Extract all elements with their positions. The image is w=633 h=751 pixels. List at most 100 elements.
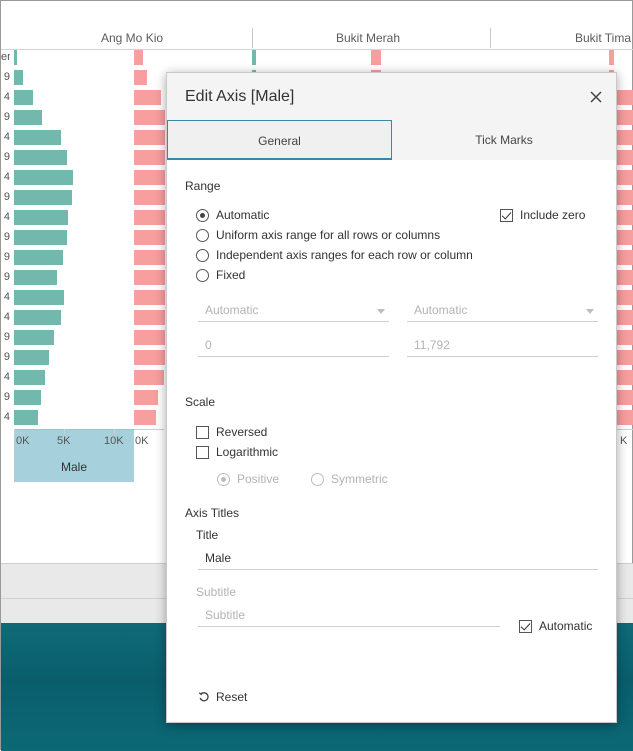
column-header-bukit-timah[interactable]: Bukit Tima	[575, 31, 631, 45]
option-label: Independent axis ranges for each row or …	[216, 248, 473, 262]
male-bar[interactable]	[14, 70, 23, 85]
row-label: 4	[3, 411, 10, 423]
male-bar[interactable]	[14, 190, 72, 205]
row-label: 9	[3, 391, 10, 403]
male-bar[interactable]	[14, 370, 45, 385]
option-label: Fixed	[216, 268, 246, 282]
male-bar[interactable]	[14, 310, 61, 325]
edit-axis-dialog: Edit Axis [Male] General Tick Marks Rang…	[166, 72, 617, 723]
male-bar[interactable]	[14, 410, 38, 425]
female-bar[interactable]	[134, 370, 164, 385]
range-end-value: 11,792	[414, 338, 450, 352]
app-window: Ang Mo Kio Bukit Merah Bukit Tima er 9 4 9 4…	[0, 0, 633, 751]
row-label: 9	[3, 151, 10, 163]
female-bar[interactable]	[134, 350, 166, 365]
checkbox[interactable]	[196, 425, 209, 439]
male-bar[interactable]	[14, 170, 73, 185]
radio-button[interactable]	[217, 472, 230, 486]
checkbox[interactable]	[196, 445, 209, 459]
female-bar[interactable]	[134, 290, 166, 305]
range-start-field[interactable]: 0	[198, 334, 389, 357]
tab-tick-marks[interactable]: Tick Marks	[392, 120, 616, 160]
range-uniform-option[interactable]: Uniform axis range for all rows or colum…	[196, 227, 440, 243]
male-axis-tick-label: 0K	[16, 435, 30, 447]
male-bar[interactable]	[14, 210, 68, 225]
close-button[interactable]	[585, 86, 607, 108]
checkbox[interactable]	[519, 619, 532, 633]
male-bar[interactable]	[14, 270, 57, 285]
female-bar[interactable]	[134, 70, 147, 85]
dialog-titlebar: Edit Axis [Male]	[167, 73, 616, 120]
range-independent-option[interactable]: Independent axis ranges for each row or …	[196, 247, 473, 263]
logarithmic-checkbox[interactable]: Logarithmic	[196, 444, 278, 460]
range-heading: Range	[185, 179, 221, 193]
female-bar[interactable]	[609, 50, 614, 65]
subtitle-placeholder: Subtitle	[205, 608, 246, 622]
male-bar[interactable]	[14, 290, 64, 305]
male-bar[interactable]	[14, 150, 67, 165]
dropdown-value: Automatic	[414, 303, 468, 317]
female-bar[interactable]	[134, 410, 157, 425]
female-bar[interactable]	[134, 210, 166, 225]
male-axis-tick-label: 5K	[57, 435, 71, 447]
range-fixed-option[interactable]: Fixed	[196, 267, 245, 283]
male-axis-tick-label: 10K	[104, 435, 124, 447]
male-bar[interactable]	[14, 110, 42, 125]
dropdown-value: Automatic	[205, 303, 259, 317]
male-bar[interactable]	[14, 90, 33, 105]
reversed-checkbox[interactable]: Reversed	[196, 424, 267, 440]
subtitle-automatic-checkbox[interactable]: Automatic	[519, 618, 592, 634]
female-axis-line	[134, 429, 164, 430]
tab-general[interactable]: General	[167, 120, 392, 160]
subtitle-input[interactable]: Subtitle	[198, 604, 500, 627]
male-bar[interactable]	[14, 230, 67, 245]
row-label: 4	[3, 131, 10, 143]
radio-button[interactable]	[196, 268, 209, 282]
column-header-bukit-merah[interactable]: Bukit Merah	[336, 31, 400, 45]
male-bar[interactable]	[14, 130, 61, 145]
checkbox[interactable]	[500, 208, 513, 222]
female-axis-line	[617, 429, 633, 430]
reset-button[interactable]: Reset	[198, 690, 247, 704]
male-bar[interactable]	[14, 350, 49, 365]
female-bar[interactable]	[134, 390, 158, 405]
range-end-dropdown[interactable]: Automatic	[407, 299, 598, 322]
female-bar[interactable]	[134, 230, 166, 245]
range-start-dropdown[interactable]: Automatic	[198, 299, 389, 322]
female-bar[interactable]	[134, 90, 162, 105]
range-automatic-option[interactable]: Automatic	[196, 207, 269, 223]
male-axis-title[interactable]: Male	[14, 460, 134, 474]
radio-button[interactable]	[196, 248, 209, 262]
female-bar[interactable]	[134, 130, 166, 145]
column-header-ang-mo-kio[interactable]: Ang Mo Kio	[101, 31, 163, 45]
radio-button[interactable]	[196, 228, 209, 242]
row-label: 4	[3, 171, 10, 183]
female-bar[interactable]	[371, 50, 381, 65]
radio-button[interactable]	[311, 472, 324, 486]
positive-option[interactable]: Positive	[217, 471, 279, 487]
female-bar[interactable]	[134, 330, 166, 345]
title-input[interactable]: Male	[198, 547, 598, 570]
option-label: Symmetric	[331, 472, 388, 486]
male-bar[interactable]	[252, 50, 256, 65]
symmetric-option[interactable]: Symmetric	[311, 471, 388, 487]
male-bar[interactable]	[14, 250, 63, 265]
female-bar[interactable]	[134, 50, 143, 65]
female-bar[interactable]	[134, 110, 166, 125]
title-value: Male	[205, 551, 232, 565]
chevron-down-icon	[377, 309, 385, 314]
male-bar[interactable]	[14, 330, 54, 345]
include-zero-checkbox[interactable]: Include zero	[500, 207, 585, 223]
male-bar[interactable]	[14, 50, 17, 65]
radio-button[interactable]	[196, 208, 209, 222]
female-bar[interactable]	[134, 150, 166, 165]
range-end-field[interactable]: 11,792	[407, 334, 598, 357]
female-bar[interactable]	[134, 270, 166, 285]
row-label: 4	[3, 291, 10, 303]
female-bar[interactable]	[134, 170, 166, 185]
row-label: 9	[3, 71, 10, 83]
female-bar[interactable]	[134, 190, 166, 205]
female-bar[interactable]	[134, 250, 166, 265]
female-bar[interactable]	[134, 310, 166, 325]
male-bar[interactable]	[14, 390, 41, 405]
